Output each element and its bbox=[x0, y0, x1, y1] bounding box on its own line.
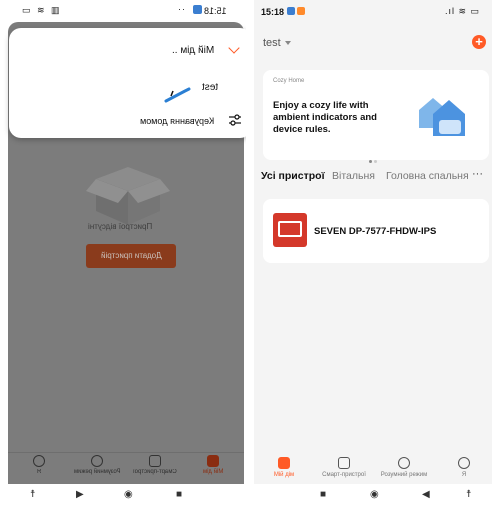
home-icon bbox=[207, 455, 219, 467]
page: ▭ ≋ ▥ ·· 15:18 Пристрої відсутні Додати … bbox=[0, 0, 492, 508]
status-time: 15:18 bbox=[261, 7, 285, 17]
banner-subtitle: Cozy Home bbox=[273, 78, 305, 84]
empty-box-icon bbox=[86, 167, 170, 225]
system-nav-bar: ☨ ▶ ◉ ■ bbox=[0, 484, 246, 508]
tab-smart-mode[interactable]: Розумний режим bbox=[374, 457, 434, 478]
tab-smart-devices[interactable]: Смарт-пристрої bbox=[126, 455, 184, 475]
recents-icon[interactable]: ■ bbox=[320, 489, 326, 500]
notification-dots-icon: ·· bbox=[178, 4, 186, 14]
app-badge-icon bbox=[287, 7, 295, 15]
system-nav-bar: ■ ◉ ◀ ☨ bbox=[254, 484, 492, 508]
smart-home-illustration-icon bbox=[419, 98, 465, 136]
home-nav-icon[interactable]: ◉ bbox=[370, 489, 379, 500]
caret-down-icon[interactable] bbox=[285, 41, 291, 45]
room-tabs: Усі пристрої Вітальня Головна спальня bbox=[261, 170, 492, 186]
status-bar: ▭ ≋ ▥ ·· 15:18 bbox=[0, 0, 246, 22]
app-badge-icon bbox=[193, 5, 202, 14]
add-device-button[interactable]: Додати пристрій bbox=[86, 244, 176, 268]
home-icon bbox=[278, 457, 290, 469]
more-rooms-icon[interactable]: ··· bbox=[472, 168, 483, 180]
recents-icon[interactable]: ■ bbox=[176, 489, 182, 500]
dropdown-title[interactable]: Мій дім .. bbox=[172, 45, 214, 56]
tab-me[interactable]: Я bbox=[10, 455, 68, 475]
manage-home-item[interactable]: Керування домом bbox=[140, 116, 214, 126]
empty-state-text: Пристрої відсутні bbox=[87, 222, 153, 231]
accessibility-icon[interactable]: ☨ bbox=[466, 489, 471, 500]
banner-tagline: Enjoy a cozy life with ambient indicator… bbox=[273, 100, 377, 135]
status-time: 15:18 bbox=[204, 6, 227, 16]
add-icon[interactable]: + bbox=[472, 35, 486, 49]
system-icons: ▭ ≋ ▥ bbox=[22, 5, 62, 15]
device-name: SEVEN DP-7577-FHDW-IPS bbox=[314, 226, 437, 237]
devices-icon bbox=[149, 455, 161, 467]
tab-my-home[interactable]: Мій дім bbox=[184, 455, 242, 475]
carousel-dots bbox=[369, 150, 379, 168]
devices-icon bbox=[338, 457, 350, 469]
device-card[interactable]: SEVEN DP-7577-FHDW-IPS bbox=[263, 199, 489, 263]
signal-wifi-battery-icons: .ıl ≋ ▭ bbox=[444, 6, 480, 16]
tab-all-devices[interactable]: Усі пристрої bbox=[261, 170, 325, 182]
smart-mode-icon bbox=[91, 455, 103, 467]
home-item-test[interactable]: test bbox=[202, 82, 218, 93]
tab-smart-mode[interactable]: Розумний режим bbox=[68, 455, 126, 475]
tab-smart-devices[interactable]: Смарт-пристрої bbox=[314, 457, 374, 478]
profile-icon bbox=[33, 455, 45, 467]
tab-me[interactable]: Я bbox=[434, 457, 492, 478]
status-bar: 15:18 .ıl ≋ ▭ bbox=[254, 0, 492, 24]
tab-main-bedroom[interactable]: Головна спальня bbox=[386, 170, 469, 182]
promo-banner[interactable]: Cozy Home Enjoy a cozy life with ambient… bbox=[263, 70, 489, 163]
chevron-up-icon[interactable] bbox=[228, 42, 240, 54]
bottom-tab-bar: Я Розумний режим Смарт-пристрої Мій дім bbox=[8, 452, 244, 484]
bottom-tab-bar: Мій дім Смарт-пристрої Розумний режим Я bbox=[254, 452, 492, 484]
checkmark-icon bbox=[164, 87, 191, 103]
settings-sliders-icon[interactable] bbox=[228, 113, 242, 127]
profile-icon bbox=[458, 457, 470, 469]
smart-mode-icon bbox=[398, 457, 410, 469]
notification-icon bbox=[297, 7, 305, 15]
back-icon[interactable]: ◀ bbox=[422, 489, 430, 500]
tab-my-home[interactable]: Мій дім bbox=[254, 457, 314, 478]
home-nav-icon[interactable]: ◉ bbox=[124, 489, 133, 500]
device-thumbnail-icon bbox=[273, 213, 307, 247]
right-phone-screen: 15:18 .ıl ≋ ▭ test + Cozy Home Enjoy a c… bbox=[254, 0, 492, 508]
back-icon[interactable]: ▶ bbox=[76, 489, 84, 500]
home-switcher-dropdown: Мій дім .. test Керування домом bbox=[9, 28, 246, 138]
left-phone-screen: ▭ ≋ ▥ ·· 15:18 Пристрої відсутні Додати … bbox=[0, 0, 246, 508]
home-selector[interactable]: test bbox=[263, 37, 281, 49]
accessibility-icon[interactable]: ☨ bbox=[30, 489, 35, 500]
tab-living-room[interactable]: Вітальня bbox=[332, 170, 375, 182]
